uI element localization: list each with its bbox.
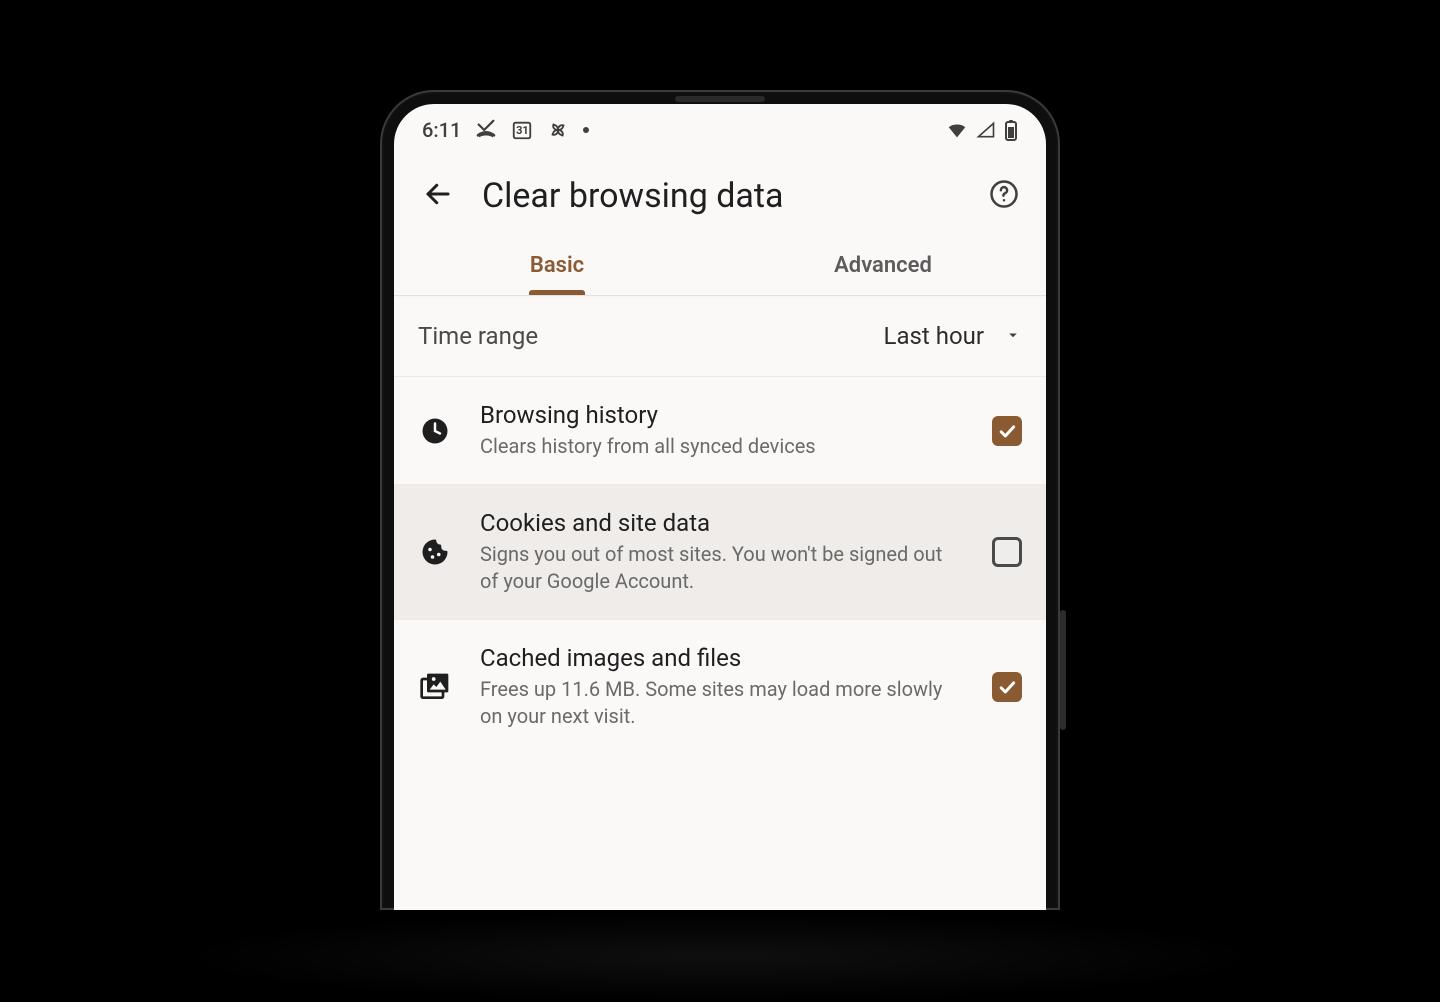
tab-advanced-label: Advanced — [834, 253, 932, 278]
tab-basic[interactable]: Basic — [394, 236, 720, 295]
cellular-icon — [976, 120, 996, 140]
back-button[interactable] — [418, 176, 458, 216]
row-cached-images-files[interactable]: Cached images and files Frees up 11.6 MB… — [394, 620, 1046, 754]
battery-icon — [1004, 119, 1018, 141]
calendar-day: 31 — [511, 119, 533, 141]
row-cookies-site-data[interactable]: Cookies and site data Signs you out of m… — [394, 485, 1046, 620]
help-button[interactable] — [986, 178, 1022, 214]
status-bar: 6:11 31 — [394, 104, 1046, 156]
checkbox-cookies-site-data[interactable] — [992, 537, 1022, 567]
time-range-value: Last hour — [884, 322, 984, 350]
row-title: Cached images and files — [480, 644, 964, 672]
pinwheel-icon — [547, 119, 569, 141]
row-browsing-history[interactable]: Browsing history Clears history from all… — [394, 377, 1046, 485]
wifi-icon — [946, 119, 968, 141]
tab-advanced[interactable]: Advanced — [720, 236, 1046, 295]
time-range-select[interactable]: Last hour — [884, 322, 1022, 350]
back-arrow-icon — [423, 179, 453, 213]
row-title: Browsing history — [480, 401, 964, 429]
dropdown-icon — [1004, 322, 1022, 350]
row-subtitle: Signs you out of most sites. You won't b… — [480, 541, 964, 595]
row-subtitle: Clears history from all synced devices — [480, 433, 964, 460]
clock-icon — [418, 416, 452, 446]
decorative-shadow — [170, 912, 1270, 1002]
missed-call-icon — [475, 119, 497, 141]
status-time: 6:11 — [422, 118, 461, 142]
time-range-row: Time range Last hour — [394, 296, 1046, 377]
calendar-icon: 31 — [511, 119, 533, 141]
cookie-icon — [418, 537, 452, 567]
row-title: Cookies and site data — [480, 509, 964, 537]
time-range-label: Time range — [418, 322, 538, 350]
phone-frame: 6:11 31 — [380, 90, 1060, 910]
status-overflow-dot — [583, 127, 589, 133]
help-icon — [989, 179, 1019, 213]
tab-basic-label: Basic — [530, 253, 584, 278]
phone-side-button — [1060, 610, 1066, 730]
phone-screen: 6:11 31 — [394, 104, 1046, 910]
images-icon — [418, 671, 452, 703]
checkbox-cached-images-files[interactable] — [992, 672, 1022, 702]
app-bar: Clear browsing data — [394, 156, 1046, 236]
tabs: Basic Advanced — [394, 236, 1046, 296]
page-title: Clear browsing data — [482, 176, 962, 216]
checkbox-browsing-history[interactable] — [992, 416, 1022, 446]
phone-speaker-slot — [675, 96, 765, 102]
row-subtitle: Frees up 11.6 MB. Some sites may load mo… — [480, 676, 964, 730]
